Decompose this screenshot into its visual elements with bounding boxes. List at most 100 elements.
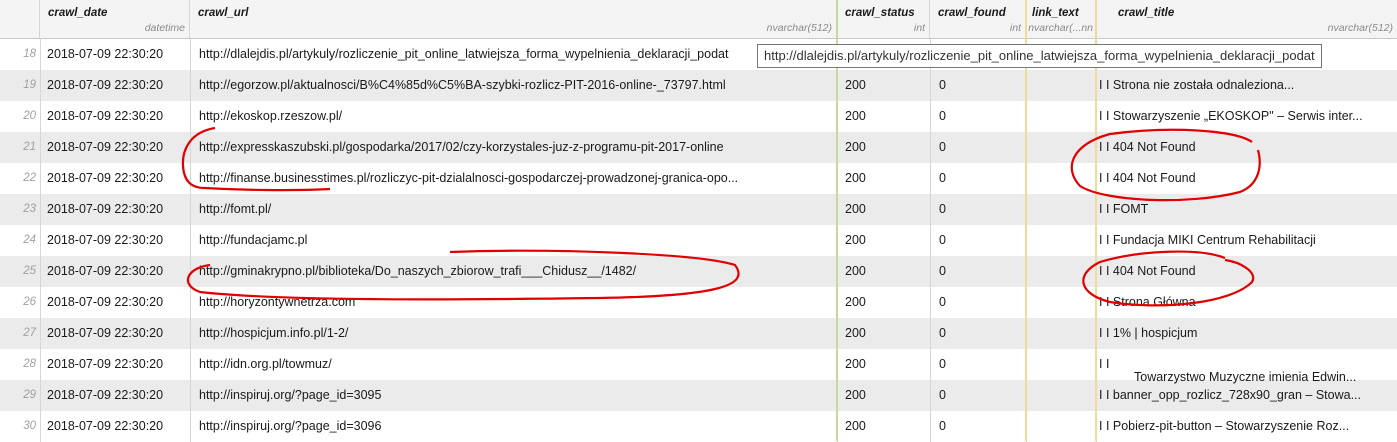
cell-crawl-date[interactable]: 2018-07-09 22:30:20 — [40, 349, 190, 380]
cell-crawl-date[interactable]: 2018-07-09 22:30:20 — [40, 287, 190, 318]
cell-crawl-status[interactable]: 200 — [837, 349, 930, 380]
cell-crawl-title[interactable]: I I Pobierz-pit-button – Stowarzyszenie … — [1096, 411, 1397, 442]
table-row[interactable]: 27 2018-07-09 22:30:20 http://hospicjum.in… — [0, 318, 1397, 349]
cell-crawl-url[interactable]: http://horyzontywnetrza.com — [190, 287, 837, 318]
cell-crawl-date[interactable]: 2018-07-09 22:30:20 — [40, 225, 190, 256]
cell-crawl-status[interactable]: 200 — [837, 318, 930, 349]
table-row[interactable]: 29 2018-07-09 22:30:20 http://inspiruj.org… — [0, 380, 1397, 411]
cell-crawl-url[interactable]: http://idn.org.pl/towmuz/ — [190, 349, 837, 380]
column-header-crawl-found[interactable]: crawl_found int — [930, 0, 1026, 38]
cell-crawl-status[interactable]: 200 — [837, 411, 930, 442]
cell-crawl-url[interactable]: http://ekoskop.rzeszow.pl/ — [190, 101, 837, 132]
cell-crawl-title[interactable]: I I Strona nie została odnaleziona... — [1096, 70, 1397, 101]
column-name: crawl_found — [938, 7, 1006, 19]
table-row[interactable]: 19 2018-07-09 22:30:20 http://egorzow.pl/a… — [0, 70, 1397, 101]
cell-crawl-found[interactable]: 0 — [930, 411, 1026, 442]
table-row[interactable]: 22 2018-07-09 22:30:20 http://finanse.busi… — [0, 163, 1397, 194]
table-row[interactable]: 26 2018-07-09 22:30:20 http://horyzontywne… — [0, 287, 1397, 318]
table-row[interactable]: 25 2018-07-09 22:30:20 http://gminakrypno.… — [0, 256, 1397, 287]
cell-crawl-found[interactable]: 0 — [930, 318, 1026, 349]
cell-crawl-url[interactable]: http://finanse.businesstimes.pl/rozliczy… — [190, 163, 837, 194]
cell-crawl-title[interactable]: I I Strona Główna — [1096, 287, 1397, 318]
cell-link-text[interactable] — [1026, 70, 1096, 101]
cell-crawl-url[interactable]: http://hospicjum.info.pl/1-2/ — [190, 318, 837, 349]
cell-crawl-url[interactable]: http://inspiruj.org/?page_id=3096 — [190, 411, 837, 442]
column-name: crawl_date — [48, 7, 108, 19]
cell-crawl-found[interactable]: 0 — [930, 225, 1026, 256]
cell-crawl-date[interactable]: 2018-07-09 22:30:20 — [40, 256, 190, 287]
cell-crawl-title[interactable]: I I 404 Not Found — [1096, 256, 1397, 287]
table-row[interactable]: 30 2018-07-09 22:30:20 http://inspiruj.org… — [0, 411, 1397, 442]
cell-crawl-url[interactable]: http://expresskaszubski.pl/gospodarka/20… — [190, 132, 837, 163]
cell-crawl-found[interactable]: 0 — [930, 163, 1026, 194]
cell-crawl-found[interactable]: 0 — [930, 101, 1026, 132]
cell-crawl-title[interactable]: I I FOMT — [1096, 194, 1397, 225]
cell-link-text[interactable] — [1026, 349, 1096, 380]
cell-crawl-status[interactable]: 200 — [837, 70, 930, 101]
cell-crawl-title[interactable]: I I Fundacja MIKI Centrum Rehabilitacji — [1096, 225, 1397, 256]
cell-crawl-date[interactable]: 2018-07-09 22:30:20 — [40, 380, 190, 411]
cell-crawl-date[interactable]: 2018-07-09 22:30:20 — [40, 39, 190, 70]
column-type: nvarchar(512) — [1327, 22, 1393, 34]
column-type: nvarchar(512) — [766, 22, 832, 34]
cell-link-text[interactable] — [1026, 101, 1096, 132]
cell-link-text[interactable] — [1026, 163, 1096, 194]
cell-crawl-status[interactable]: 200 — [837, 163, 930, 194]
cell-crawl-date[interactable]: 2018-07-09 22:30:20 — [40, 318, 190, 349]
column-header-crawl-status[interactable]: crawl_status int — [837, 0, 930, 38]
cell-crawl-found[interactable]: 0 — [930, 132, 1026, 163]
cell-link-text[interactable] — [1026, 411, 1096, 442]
row-number: 30 — [23, 420, 36, 432]
row-number: 26 — [23, 296, 36, 308]
cell-crawl-url[interactable]: http://gminakrypno.pl/biblioteka/Do_nasz… — [190, 256, 837, 287]
column-header-link-text[interactable]: link_text nvarchar(...nn — [1026, 0, 1096, 38]
cell-crawl-url[interactable]: http://fomt.pl/ — [190, 194, 837, 225]
table-row[interactable]: 24 2018-07-09 22:30:20 http://fundacjamc.p… — [0, 225, 1397, 256]
cell-crawl-title[interactable]: I I Stowarzyszenie „EKOSKOP" – Serwis in… — [1096, 101, 1397, 132]
cell-crawl-status[interactable]: 200 — [837, 194, 930, 225]
cell-link-text[interactable] — [1026, 287, 1096, 318]
table-row[interactable]: 23 2018-07-09 22:30:20 http://fomt.pl/200 0… — [0, 194, 1397, 225]
row-number: 27 — [23, 327, 36, 339]
cell-link-text[interactable] — [1026, 256, 1096, 287]
cell-crawl-status[interactable]: 200 — [837, 380, 930, 411]
cell-crawl-date[interactable]: 2018-07-09 22:30:20 — [40, 163, 190, 194]
cell-crawl-found[interactable]: 0 — [930, 70, 1026, 101]
column-header-crawl-date[interactable]: crawl_date datetime — [40, 0, 190, 38]
cell-crawl-found[interactable]: 0 — [930, 194, 1026, 225]
cell-crawl-title[interactable]: I I banner_opp_rozlicz_728x90_gran – Sto… — [1096, 380, 1397, 411]
cell-link-text[interactable] — [1026, 318, 1096, 349]
cell-crawl-url[interactable]: http://egorzow.pl/aktualnosci/B%C4%85d%C… — [190, 70, 837, 101]
cell-crawl-url[interactable]: http://dlalejdis.pl/artykuly/rozliczenie… — [190, 39, 837, 70]
cell-crawl-date[interactable]: 2018-07-09 22:30:20 — [40, 101, 190, 132]
cell-crawl-date[interactable]: 2018-07-09 22:30:20 — [40, 194, 190, 225]
cell-crawl-date[interactable]: 2018-07-09 22:30:20 — [40, 411, 190, 442]
cell-crawl-status[interactable]: 200 — [837, 132, 930, 163]
cell-crawl-title[interactable]: I I 404 Not Found — [1096, 163, 1397, 194]
table-row[interactable]: 21 2018-07-09 22:30:20 http://expresskaszu… — [0, 132, 1397, 163]
cell-crawl-url[interactable]: http://fundacjamc.pl — [190, 225, 837, 256]
cell-crawl-date[interactable]: 2018-07-09 22:30:20 — [40, 70, 190, 101]
cell-crawl-title[interactable]: I I 1% | hospicjum — [1096, 318, 1397, 349]
cell-link-text[interactable] — [1026, 380, 1096, 411]
cell-crawl-status[interactable]: 200 — [837, 256, 930, 287]
cell-crawl-status[interactable]: 200 — [837, 287, 930, 318]
cell-link-text[interactable] — [1026, 194, 1096, 225]
cell-crawl-title[interactable]: I I 404 Not Found — [1096, 132, 1397, 163]
column-type: int — [1009, 22, 1021, 34]
cell-link-text[interactable] — [1026, 132, 1096, 163]
cell-crawl-url[interactable]: http://inspiruj.org/?page_id=3095 — [190, 380, 837, 411]
table-row[interactable]: 20 2018-07-09 22:30:20 http://ekoskop.rzes… — [0, 101, 1397, 132]
column-name: link_text — [1032, 7, 1079, 19]
cell-crawl-status[interactable]: 200 — [837, 101, 930, 132]
column-header-crawl-title[interactable]: crawl_title nvarchar(512) — [1096, 0, 1397, 38]
cell-crawl-status[interactable]: 200 — [837, 225, 930, 256]
cell-crawl-found[interactable]: 0 — [930, 349, 1026, 380]
cell-crawl-found[interactable]: 0 — [930, 287, 1026, 318]
cell-link-text[interactable] — [1026, 225, 1096, 256]
column-name: crawl_title — [1118, 7, 1175, 19]
cell-crawl-found[interactable]: 0 — [930, 380, 1026, 411]
cell-crawl-found[interactable]: 0 — [930, 256, 1026, 287]
column-header-crawl-url[interactable]: crawl_url nvarchar(512) — [190, 0, 837, 38]
cell-crawl-date[interactable]: 2018-07-09 22:30:20 — [40, 132, 190, 163]
